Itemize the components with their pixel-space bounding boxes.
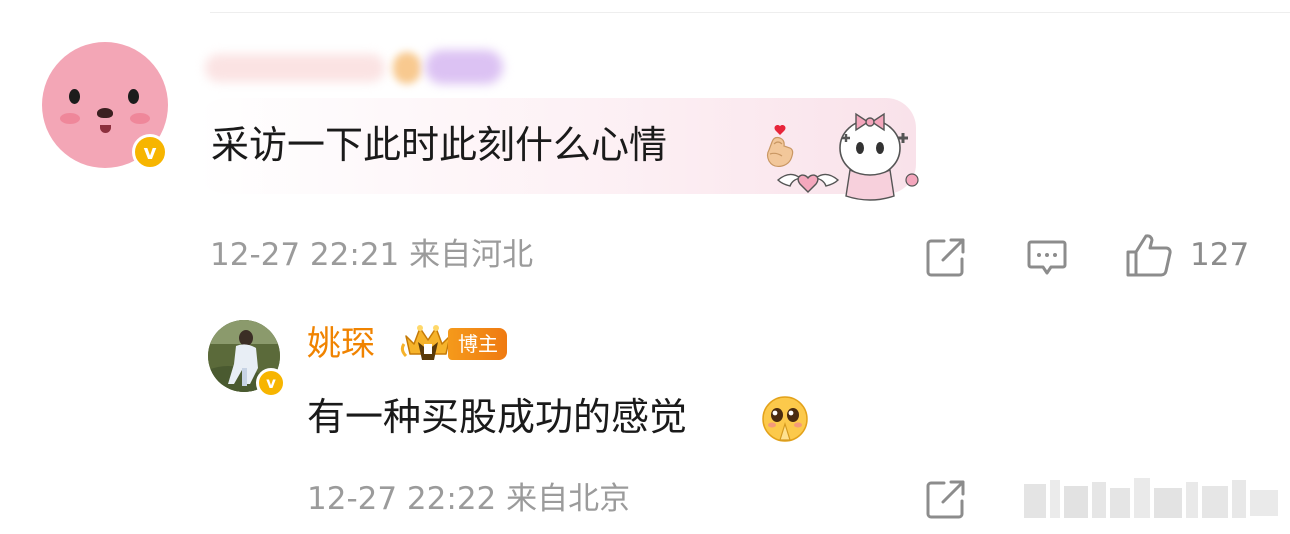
reply-location: 来自北京 [506,481,631,517]
share-icon[interactable] [925,478,967,520]
like-count: 127 [1190,237,1250,273]
top-divider [210,12,1290,13]
verified-badge-icon: v [132,134,168,170]
timestamp: 12-27 22:21 [210,237,400,273]
share-icon[interactable] [925,236,967,278]
comment-text: 采访一下此时此刻什么心情 [211,123,668,167]
anime-girl-sticker [776,112,919,201]
pleading-pray-emoji-icon [762,396,808,442]
reply-meta: 12-27 22:22 来自北京 [307,480,630,518]
verified-badge-icon: v [256,368,286,398]
comment-meta: 12-27 22:21 来自河北 [210,236,533,274]
reply-timestamp: 12-27 22:22 [307,481,497,517]
like-icon[interactable] [1125,232,1173,278]
reply-text: 有一种买股成功的感觉 [307,395,688,439]
comment-icon[interactable] [1026,236,1068,278]
watermark-blur-icon [1024,478,1278,518]
location: 来自河北 [409,237,534,273]
blurred-username[interactable] [205,48,505,88]
reply-username[interactable]: 姚琛 [307,322,375,366]
blogger-badge: 博主 [448,328,507,360]
